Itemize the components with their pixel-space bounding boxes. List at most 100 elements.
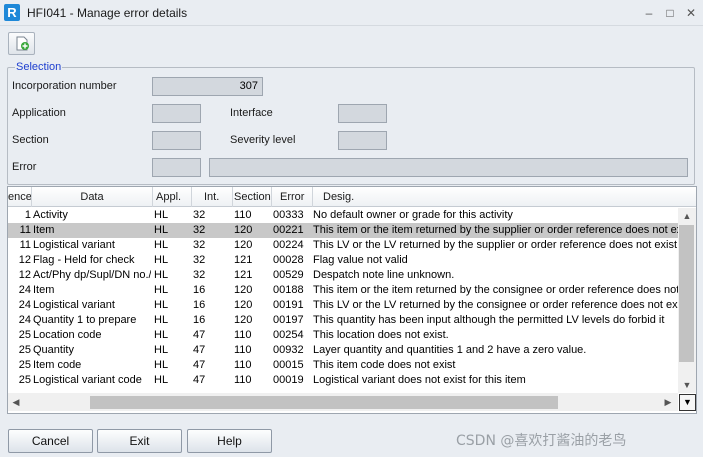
- row-data: Quantity: [33, 344, 74, 356]
- error-text-field[interactable]: [209, 158, 688, 177]
- row-appl: HL: [154, 209, 169, 221]
- minimize-button[interactable]: –: [640, 4, 658, 22]
- window-title: HFI041 - Manage error details: [27, 6, 188, 20]
- row-section: 120: [234, 224, 253, 236]
- section-field[interactable]: [152, 131, 201, 150]
- scroll-up-icon[interactable]: ▲: [679, 208, 695, 224]
- row-sequence: 25: [18, 374, 31, 386]
- column-header-desig[interactable]: Desig.: [313, 187, 678, 207]
- table-row[interactable]: 24 Quantity 1 to prepare HL 16 120 00197 This …: [8, 313, 678, 328]
- column-header-section[interactable]: Section: [233, 187, 272, 207]
- row-sequence: 11: [19, 224, 31, 236]
- app-logo-icon: R: [4, 4, 20, 21]
- row-desig: This LV or the LV returned by the suppli…: [313, 239, 678, 251]
- row-int: 16: [193, 284, 206, 296]
- table-row[interactable]: 11 Item HL 32 120 00221 This item or the item …: [8, 223, 678, 238]
- table-row[interactable]: 1 Activity HL 32 110 00333 No default owner or…: [8, 208, 678, 223]
- row-appl: HL: [154, 269, 169, 281]
- row-appl: HL: [154, 329, 169, 341]
- row-error: 00015: [273, 359, 304, 371]
- severity-label: Severity level: [230, 134, 296, 146]
- row-data: Logistical variant code: [33, 374, 142, 386]
- vertical-scrollbar[interactable]: ▲ ▼: [678, 208, 696, 393]
- row-sequence: 25: [18, 359, 31, 371]
- column-header-error[interactable]: Error: [272, 187, 313, 207]
- close-button[interactable]: ✕: [682, 4, 700, 22]
- maximize-button[interactable]: □: [661, 4, 679, 22]
- row-sequence: 25: [18, 344, 31, 356]
- row-section: 120: [234, 314, 253, 326]
- row-desig: This LV or the LV returned by the consig…: [313, 299, 678, 311]
- row-data: Quantity 1 to prepare: [33, 314, 137, 326]
- row-section: 110: [234, 359, 252, 371]
- application-label: Application: [12, 107, 66, 119]
- row-sequence: 24: [18, 314, 31, 326]
- row-appl: HL: [154, 254, 169, 266]
- row-appl: HL: [154, 374, 169, 386]
- row-int: 47: [193, 344, 206, 356]
- interface-label: Interface: [230, 107, 273, 119]
- table-row[interactable]: 11 Logistical variant HL 32 120 00224 This LV …: [8, 238, 678, 253]
- horizontal-scroll-thumb[interactable]: [90, 396, 558, 409]
- row-desig: This item code does not exist: [313, 359, 456, 371]
- scroll-left-icon[interactable]: ◀: [8, 394, 24, 410]
- row-error: 00197: [273, 314, 304, 326]
- table-row[interactable]: 12 Act/Phy dp/Supl/DN no./L HL 32 121 00529 De…: [8, 268, 678, 283]
- column-header-data[interactable]: Data: [32, 187, 153, 207]
- table-row[interactable]: 24 Item HL 16 120 00188 This item or the item …: [8, 283, 678, 298]
- error-label: Error: [12, 161, 37, 173]
- horizontal-scrollbar[interactable]: ◀ ▶: [8, 393, 678, 411]
- row-int: 16: [193, 314, 206, 326]
- column-header-sequence[interactable]: ence: [8, 187, 32, 207]
- table-row[interactable]: 24 Logistical variant HL 16 120 00191 This LV …: [8, 298, 678, 313]
- row-int: 32: [193, 224, 206, 236]
- table-row[interactable]: 25 Location code HL 47 110 00254 This location…: [8, 328, 678, 343]
- row-data: Item code: [33, 359, 82, 371]
- row-desig: Despatch note line unknown.: [313, 269, 455, 281]
- table-row[interactable]: 25 Quantity HL 47 110 00932 Layer quantity and…: [8, 343, 678, 358]
- exit-button[interactable]: Exit: [97, 429, 182, 453]
- column-header-appl[interactable]: Appl.: [153, 187, 192, 207]
- scroll-right-icon[interactable]: ▶: [660, 394, 676, 410]
- row-appl: HL: [154, 344, 169, 356]
- error-code-field[interactable]: [152, 158, 201, 177]
- row-data: Location code: [33, 329, 102, 341]
- application-field[interactable]: [152, 104, 201, 123]
- scroll-down-icon[interactable]: ▼: [679, 377, 695, 393]
- row-error: 00254: [273, 329, 304, 341]
- row-section: 110: [234, 374, 252, 386]
- row-data: Flag - Held for check: [33, 254, 135, 266]
- column-chooser-icon[interactable]: ▼: [679, 394, 696, 411]
- row-sequence: 12: [18, 269, 31, 281]
- table-row[interactable]: 25 Logistical variant code HL 47 110 00019 Log…: [8, 373, 678, 388]
- row-error: 00019: [273, 374, 304, 386]
- row-error: 00028: [273, 254, 304, 266]
- table-row[interactable]: 25 Item code HL 47 110 00015 This item code do…: [8, 358, 678, 373]
- row-appl: HL: [154, 239, 169, 251]
- row-int: 32: [193, 239, 206, 251]
- row-section: 120: [234, 299, 253, 311]
- cancel-button[interactable]: Cancel: [8, 429, 93, 453]
- row-error: 00191: [273, 299, 304, 311]
- grid-header: ence Data Appl. Int. Section Error Desig…: [8, 187, 696, 207]
- row-appl: HL: [154, 299, 169, 311]
- row-section: 110: [234, 209, 252, 221]
- row-sequence: 24: [18, 284, 31, 296]
- row-desig: This item or the item returned by the co…: [313, 284, 678, 296]
- row-section: 121: [234, 254, 253, 266]
- table-row[interactable]: 12 Flag - Held for check HL 32 121 00028 Flag …: [8, 253, 678, 268]
- help-button[interactable]: Help: [187, 429, 272, 453]
- interface-field[interactable]: [338, 104, 387, 123]
- row-desig: No default owner or grade for this activ…: [313, 209, 513, 221]
- row-int: 16: [193, 299, 206, 311]
- row-section: 120: [234, 239, 253, 251]
- add-record-button[interactable]: [8, 32, 35, 55]
- column-header-int[interactable]: Int.: [192, 187, 233, 207]
- vertical-scroll-thumb[interactable]: [679, 225, 694, 362]
- row-error: 00529: [273, 269, 304, 281]
- incorporation-number-field[interactable]: 307: [152, 77, 263, 96]
- row-int: 32: [193, 209, 206, 221]
- severity-level-field[interactable]: [338, 131, 387, 150]
- grid-rows: 1 Activity HL 32 110 00333 No default owner or…: [8, 208, 678, 393]
- error-details-grid: ence Data Appl. Int. Section Error Desig…: [7, 186, 697, 414]
